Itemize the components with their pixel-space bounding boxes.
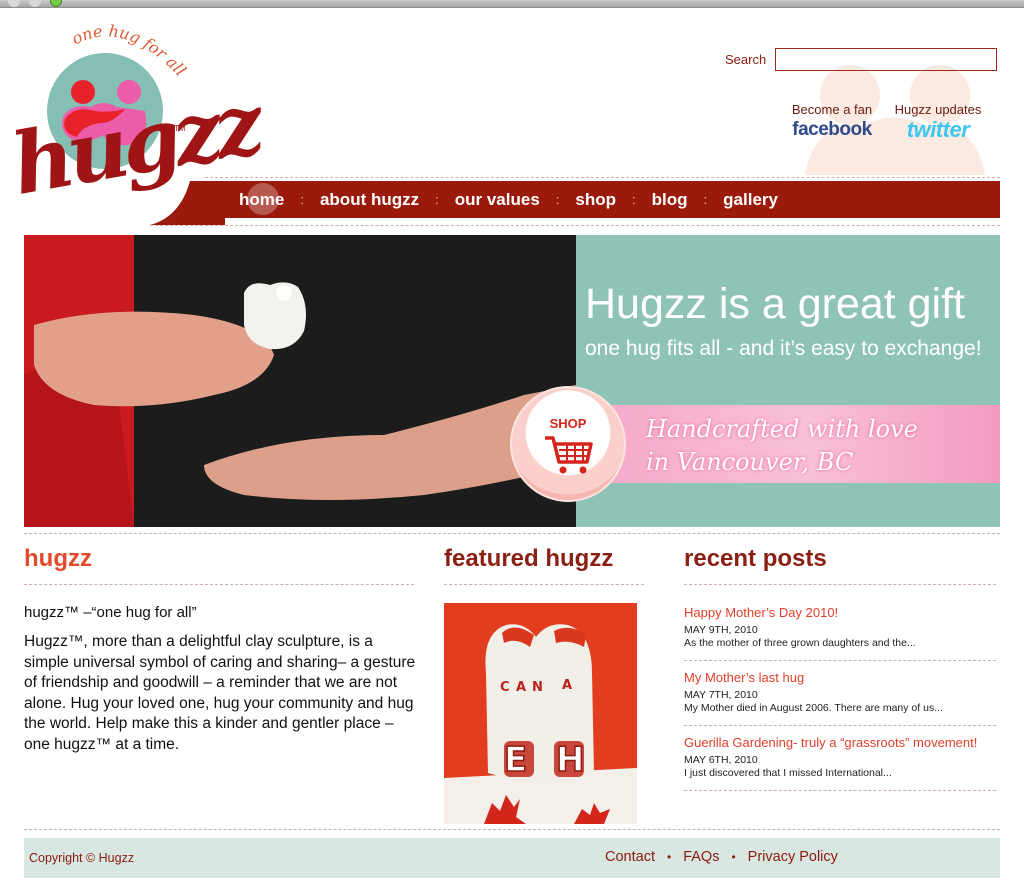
- section-divider: [24, 533, 1000, 534]
- band-line-1: Handcrafted with love: [646, 415, 918, 443]
- twitter-caption: Hugzz updates: [894, 102, 982, 117]
- nav-item-blog[interactable]: blog: [652, 190, 688, 210]
- nav-separator: :: [632, 192, 636, 207]
- post-date: MAY 9TH, 2010: [684, 624, 758, 636]
- about-body: Hugzz™, more than a delightful clay scul…: [24, 633, 416, 753]
- copyright-text: Copyright © Hugzz: [29, 851, 135, 865]
- nav-separator: :: [703, 192, 708, 207]
- shopping-cart-icon: [545, 436, 593, 474]
- recent-posts-title: recent posts: [684, 545, 827, 572]
- window-zoom-button[interactable]: [50, 0, 62, 7]
- hero-title: Hugzz is a great gift: [585, 280, 966, 328]
- about-title-divider: [24, 584, 414, 585]
- nav-item-about[interactable]: about hugzz: [320, 190, 419, 210]
- hero-subtitle: one hug fits all - and it’s easy to exch…: [585, 337, 982, 360]
- site-footer: Copyright © Hugzz Contact • FAQs • Priva…: [24, 838, 1000, 878]
- featured-section-title: featured hugzz: [444, 545, 614, 572]
- featured-letter: E: [504, 740, 527, 780]
- footer-link-privacy[interactable]: Privacy Policy: [748, 849, 838, 865]
- post-excerpt: I just discovered that I missed Internat…: [684, 767, 892, 779]
- post-divider: [684, 725, 996, 726]
- hero-photo-hands: [24, 235, 576, 527]
- window-close-button[interactable]: [8, 0, 20, 7]
- nav-separator: :: [555, 192, 560, 207]
- nav-item-home[interactable]: home: [239, 182, 284, 215]
- nav-separator: :: [435, 192, 439, 207]
- featured-letter: N: [532, 680, 543, 695]
- featured-letter: C: [500, 680, 510, 695]
- post-item: My Mother’s last hug MAY 7TH, 2010 My Mo…: [684, 670, 996, 714]
- post-item: Happy Mother’s Day 2010! MAY 9TH, 2010 A…: [684, 605, 996, 649]
- search-label: Search: [725, 52, 767, 67]
- featured-title-divider: [444, 584, 644, 585]
- nav-divider-bottom: [150, 225, 1000, 226]
- shop-button-label: SHOP: [549, 416, 587, 431]
- post-excerpt: My Mother died in August 2006. There are…: [684, 702, 943, 714]
- footer-bullet: •: [731, 850, 736, 864]
- nav-item-gallery[interactable]: gallery: [723, 190, 778, 210]
- hero-text-panel: Hugzz is a great gift one hug fits all -…: [576, 235, 1000, 527]
- nav-item-shop[interactable]: shop: [575, 190, 616, 210]
- about-heading: hugzz™ –“one hug for all”: [24, 604, 197, 621]
- recent-title-divider: [684, 584, 996, 585]
- footer-bullet: •: [666, 850, 672, 864]
- post-title-link[interactable]: Happy Mother’s Day 2010!: [684, 605, 996, 620]
- main-nav: home : about hugzz : our values : shop :…: [190, 181, 1000, 218]
- post-date: MAY 7TH, 2010: [684, 689, 758, 701]
- nav-item-values[interactable]: our values: [455, 190, 540, 210]
- facebook-link[interactable]: Become a fan facebook: [784, 102, 880, 141]
- about-section-title: hugzz: [24, 545, 92, 572]
- nav-separator: :: [300, 192, 304, 207]
- handcrafted-band: Handcrafted with love in Vancouver, BC: [576, 405, 1000, 483]
- footer-divider: [24, 829, 1000, 830]
- band-line-2: in Vancouver, BC: [646, 448, 854, 476]
- trademark-symbol: TM: [174, 124, 186, 133]
- footer-links: Contact • FAQs • Privacy Policy: [605, 849, 838, 865]
- twitter-link[interactable]: Hugzz updates twitter: [888, 102, 988, 143]
- facebook-caption: Become a fan: [791, 102, 873, 117]
- post-date: MAY 6TH, 2010: [684, 754, 758, 766]
- featured-letter: H: [556, 740, 584, 780]
- post-item: Guerilla Gardening- truly a “grassroots”…: [684, 735, 996, 779]
- search-input[interactable]: [775, 48, 997, 71]
- post-excerpt: As the mother of three grown daughters a…: [684, 637, 916, 649]
- window-minimize-button[interactable]: [29, 0, 41, 7]
- post-divider: [684, 790, 996, 791]
- featured-letter: A: [516, 680, 526, 695]
- post-title-link[interactable]: Guerilla Gardening- truly a “grassroots”…: [684, 735, 996, 750]
- featured-hugzz-image[interactable]: C A N A E H: [444, 603, 637, 824]
- facebook-logo: facebook: [792, 119, 872, 140]
- post-divider: [684, 660, 996, 661]
- nav-divider-top: [205, 177, 1000, 178]
- footer-link-contact[interactable]: Contact: [605, 849, 655, 865]
- browser-titlebar: [0, 0, 1024, 8]
- featured-letter: A: [562, 678, 572, 693]
- shop-button[interactable]: SHOP: [510, 386, 626, 502]
- footer-link-faqs[interactable]: FAQs: [683, 849, 719, 865]
- hero-banner[interactable]: Hugzz is a great gift one hug fits all -…: [24, 235, 1000, 527]
- twitter-logo: twitter: [906, 117, 970, 142]
- post-title-link[interactable]: My Mother’s last hug: [684, 670, 996, 685]
